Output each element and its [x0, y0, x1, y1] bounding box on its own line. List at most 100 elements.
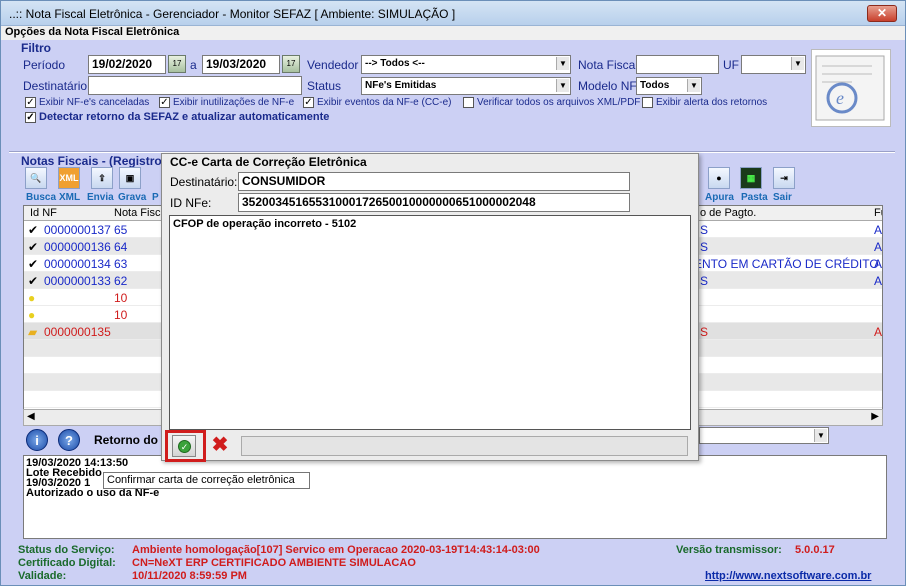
grava-button[interactable]: ▣	[119, 167, 141, 189]
check-doc-icon: ✔	[28, 274, 39, 288]
xml-button[interactable]: XML	[58, 167, 80, 189]
toolbar-label-p: P	[152, 192, 159, 203]
certificado-value: CN=NeXT ERP CERTIFICADO AMBIENTE SIMULAC…	[132, 557, 416, 569]
chevron-down-icon: ▼	[791, 57, 804, 70]
confirm-button[interactable]: ✓	[172, 435, 196, 457]
help-icon[interactable]: ?	[58, 429, 80, 451]
checkbox-icon: ✓	[303, 97, 314, 108]
folder-icon: ▰	[28, 325, 38, 339]
calendar-icon[interactable]: 17	[282, 55, 300, 73]
chevron-down-icon: ▼	[814, 429, 827, 442]
nota-fiscal-label: Nota Fiscal	[578, 58, 639, 72]
periodo-label: Período	[23, 58, 66, 72]
uf-label: UF	[723, 58, 739, 72]
pasta-button[interactable]: ▦	[740, 167, 762, 189]
periodo-inicio-field[interactable]: 19/02/2020	[88, 55, 166, 74]
col-id-header[interactable]: Id NF	[30, 207, 57, 219]
modelo-label: Modelo NF	[578, 79, 637, 93]
periodo-sep-label: a	[190, 58, 197, 72]
chevron-right-icon[interactable]: ▶	[871, 411, 879, 422]
menu-options[interactable]: Opções da Nota Fiscal Eletrônica	[5, 26, 179, 38]
check-detectar[interactable]: ✓ Detectar retorno da SEFAZ e atualizar a…	[25, 111, 329, 123]
checkbox-icon: ✓	[159, 97, 170, 108]
chevron-down-icon: ▼	[556, 57, 569, 70]
check-circle-icon: ✓	[178, 440, 191, 453]
nfe-logo-image: e	[811, 49, 891, 127]
correction-text-area[interactable]: CFOP de operação incorreto - 5102	[169, 215, 691, 430]
vendedor-value: --> Todos <--	[365, 58, 425, 69]
validade-value: 10/11/2020 8:59:59 PM	[132, 570, 247, 582]
certificado-label: Certificado Digital:	[18, 557, 116, 569]
uf-select[interactable]: ▼	[741, 55, 806, 74]
check-doc-icon: ✔	[28, 240, 39, 254]
progress-bar	[241, 436, 688, 456]
xml-icon: XML	[59, 173, 79, 183]
window-title: ..:: Nota Fiscal Eletrônica - Gerenciado…	[9, 7, 456, 21]
calendar-icon[interactable]: 17	[168, 55, 186, 73]
svg-text:e: e	[836, 88, 844, 108]
search-button[interactable]: 🔍	[25, 167, 47, 189]
versao-label: Versão transmissor:	[676, 544, 782, 556]
sair-button[interactable]: ⇥	[773, 167, 795, 189]
toolbar-label-envia: Envia	[87, 192, 114, 203]
envia-button[interactable]: ⇪	[91, 167, 113, 189]
status-value: NFe's Emitidas	[365, 80, 437, 91]
toolbar-label-sair: Sair	[773, 192, 792, 203]
toolbar-label-xml: XML	[59, 192, 81, 203]
cancel-button[interactable]: ✖	[208, 435, 232, 457]
checkbox-icon	[642, 97, 653, 108]
close-icon: ✖	[211, 434, 229, 456]
search-icon: 🔍	[30, 173, 42, 183]
info-icon[interactable]: i	[26, 429, 48, 451]
col-pagto-header[interactable]: o de Pagto.	[700, 207, 756, 219]
document-icon: e	[815, 55, 885, 121]
close-button[interactable]: ✕	[867, 5, 897, 22]
cce-dialog: CC-e Carta de Correção Eletrônica Destin…	[161, 153, 699, 462]
vendedor-select[interactable]: --> Todos <-- ▼	[361, 55, 571, 74]
status-log: 19/03/2020 14:13:50 Lote Recebido 19/03/…	[23, 455, 887, 539]
coins-icon: ●	[716, 173, 722, 183]
filtro-title: Filtro	[21, 41, 51, 55]
send-icon: ⇪	[98, 173, 106, 183]
toolbar-label-apura: Apura	[705, 192, 734, 203]
monitor-icon: ▦	[746, 173, 756, 183]
toolbar-label-busca: Busca	[26, 192, 57, 203]
dialog-title: CC-e Carta de Correção Eletrônica	[170, 155, 367, 169]
check-verificar-xml[interactable]: Verificar todos os arquivos XML/PDF	[463, 97, 640, 108]
dlg-id-field[interactable]: 3520034516553100017265001000000065100000…	[238, 193, 630, 212]
modelo-select[interactable]: Todos ▼	[636, 77, 702, 95]
periodo-fim-field[interactable]: 19/03/2020	[202, 55, 280, 74]
retorno-select[interactable]: ▼	[699, 427, 829, 444]
versao-value: 5.0.0.17	[795, 544, 835, 556]
check-inutilizacoes[interactable]: ✓ Exibir inutilizações de NF-e	[159, 97, 294, 108]
check-doc-icon: ✔	[28, 223, 39, 237]
chevron-down-icon: ▼	[556, 79, 569, 92]
dlg-destinatario-field[interactable]: CONSUMIDOR	[238, 172, 630, 191]
save-icon: ▣	[125, 173, 135, 183]
checkbox-icon	[463, 97, 474, 108]
check-doc-icon: ✔	[28, 257, 39, 271]
dlg-id-label: ID NFe:	[170, 196, 212, 210]
check-alerta[interactable]: Exibir alerta dos retornos	[642, 97, 767, 108]
nota-fiscal-input[interactable]	[636, 55, 719, 74]
title-bar: ..:: Nota Fiscal Eletrônica - Gerenciado…	[1, 1, 905, 26]
chevron-left-icon[interactable]: ◀	[27, 411, 35, 422]
bulb-icon: ●	[28, 291, 36, 305]
notas-title: Notas Fiscais - (Registros	[21, 154, 169, 168]
col-f-header[interactable]: Fu	[874, 207, 882, 219]
dlg-destinatario-label: Destinatário:	[170, 175, 238, 189]
website-link[interactable]: http://www.nextsoftware.com.br	[705, 570, 871, 582]
status-select[interactable]: NFe's Emitidas ▼	[361, 77, 571, 95]
check-canceladas[interactable]: ✓ Exibir NF-e's canceladas	[25, 97, 149, 108]
toolbar-label-pasta: Pasta	[741, 192, 768, 203]
toolbar-label-grava: Grava	[118, 192, 147, 203]
validade-label: Validade:	[18, 570, 67, 582]
apura-button[interactable]: ●	[708, 167, 730, 189]
destinatario-label: Destinatário	[23, 79, 88, 93]
servico-value: Ambiente homologação[107] Servico em Ope…	[132, 544, 540, 556]
confirm-tooltip: Confirmar carta de correção eletrônica	[103, 472, 310, 489]
menu-bar: Opções da Nota Fiscal Eletrônica	[1, 26, 905, 40]
main-window: ..:: Nota Fiscal Eletrônica - Gerenciado…	[0, 0, 906, 586]
check-eventos[interactable]: ✓ Exibir eventos da NF-e (CC-e)	[303, 97, 451, 108]
destinatario-input[interactable]	[88, 76, 302, 95]
